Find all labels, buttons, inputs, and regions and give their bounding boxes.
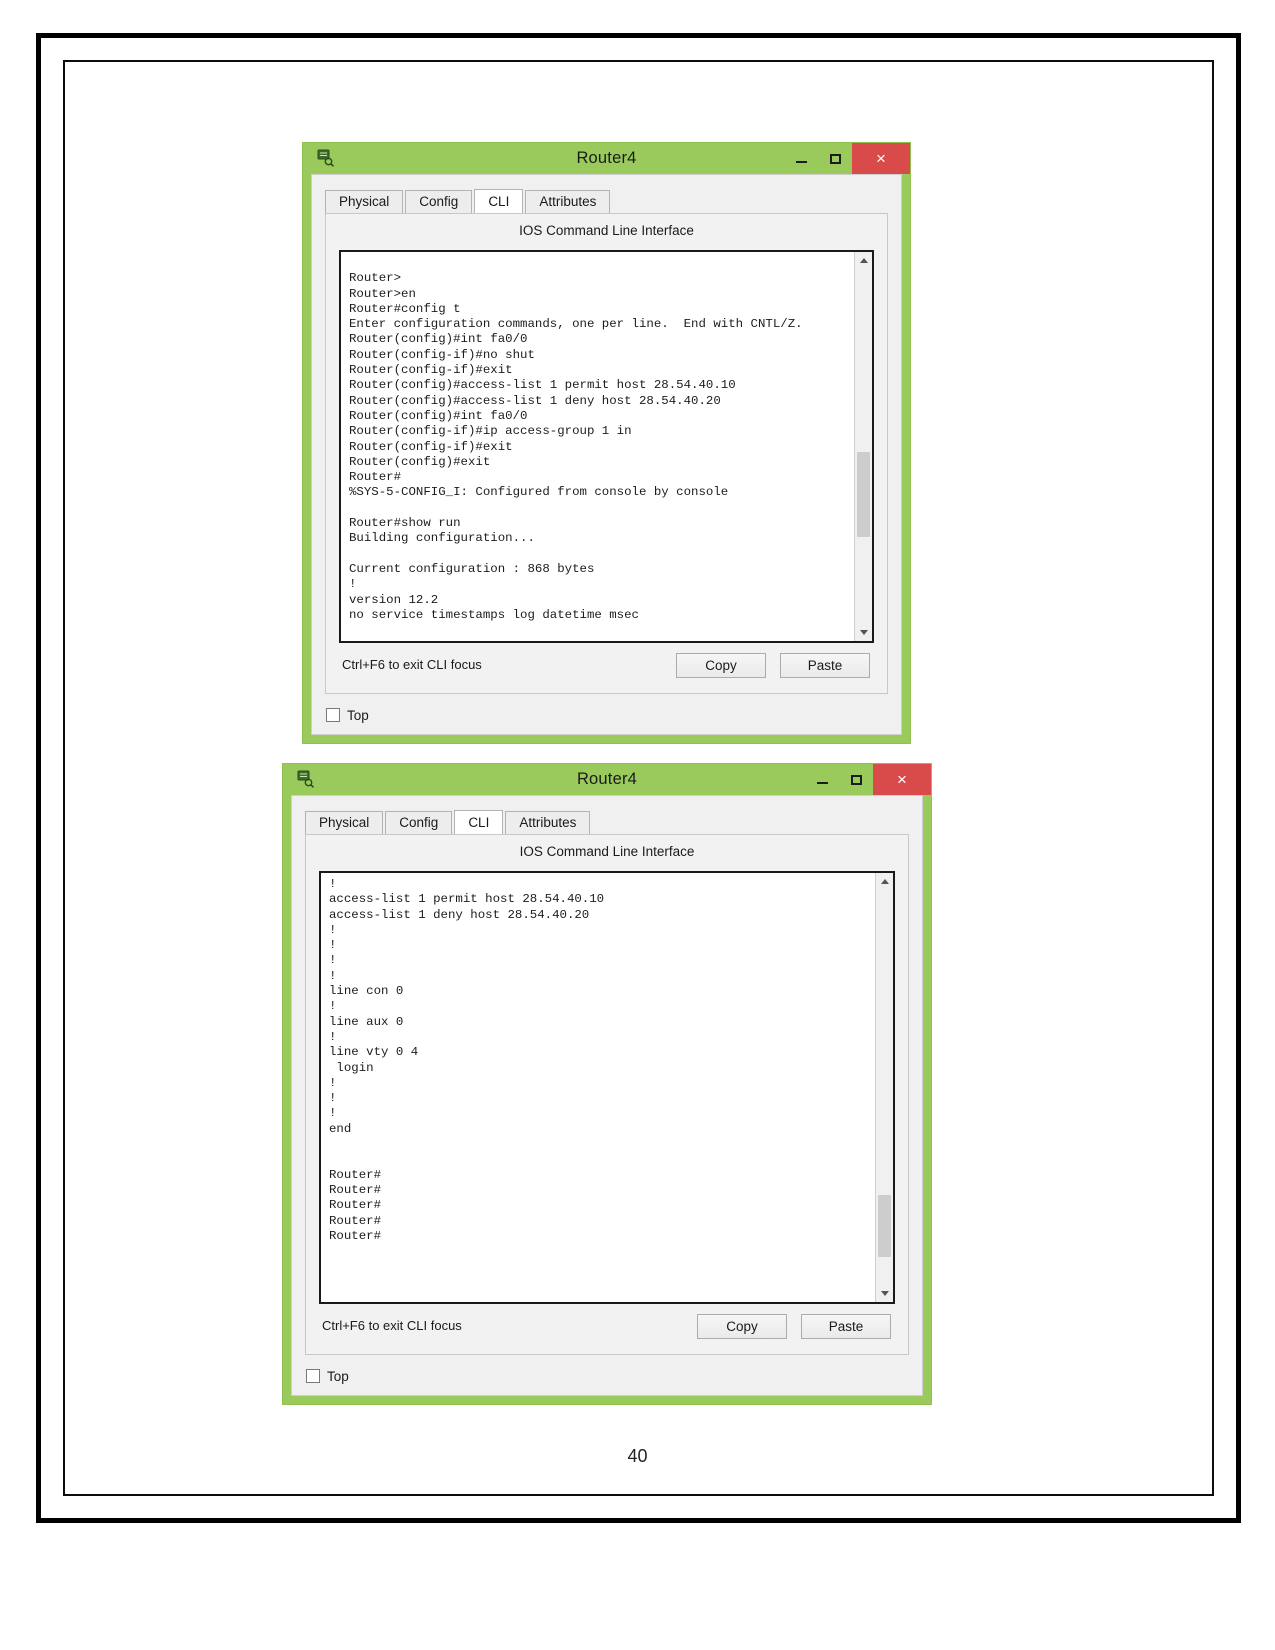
- window-body: Physical Config CLI Attributes IOS Comma…: [311, 174, 902, 735]
- top-checkbox[interactable]: [326, 708, 340, 722]
- cli-output-text: ! access-list 1 permit host 28.54.40.10 …: [329, 877, 605, 1243]
- paste-button[interactable]: Paste: [801, 1314, 891, 1339]
- close-button[interactable]: ×: [852, 143, 910, 174]
- router-device-icon: [317, 149, 335, 167]
- copy-button[interactable]: Copy: [697, 1314, 787, 1339]
- window-controls[interactable]: ×: [784, 143, 910, 174]
- top-checkbox-label: Top: [327, 1368, 349, 1384]
- cli-scrollbar[interactable]: [854, 252, 872, 641]
- window-controls[interactable]: ×: [805, 764, 931, 795]
- scroll-down-icon[interactable]: [876, 1285, 893, 1302]
- scroll-up-icon[interactable]: [876, 873, 893, 890]
- top-checkbox-row[interactable]: Top: [306, 1365, 349, 1387]
- maximize-button[interactable]: [839, 764, 873, 795]
- cli-footer: Ctrl+F6 to exit CLI focus Copy Paste: [340, 653, 873, 679]
- window-titlebar[interactable]: Router4 ×: [303, 143, 910, 174]
- top-checkbox-label: Top: [347, 707, 369, 723]
- tab-physical[interactable]: Physical: [325, 190, 404, 213]
- router4-window-top[interactable]: Router4 × Physical Config CLI Attributes…: [303, 143, 910, 743]
- cli-focus-hint: Ctrl+F6 to exit CLI focus: [322, 1318, 462, 1333]
- top-checkbox-row[interactable]: Top: [326, 704, 369, 726]
- tab-cli[interactable]: CLI: [454, 810, 504, 835]
- panel-title: IOS Command Line Interface: [519, 844, 695, 859]
- tabstrip[interactable]: Physical Config CLI Attributes: [305, 810, 909, 835]
- close-button[interactable]: ×: [873, 764, 931, 795]
- tab-config[interactable]: Config: [385, 811, 453, 834]
- panel-title: IOS Command Line Interface: [519, 223, 694, 238]
- tab-attributes[interactable]: Attributes: [525, 190, 611, 213]
- scroll-down-icon[interactable]: [855, 624, 872, 641]
- tab-attributes[interactable]: Attributes: [505, 811, 591, 834]
- cli-content-panel: IOS Command Line Interface ! access-list…: [305, 834, 909, 1355]
- window-titlebar[interactable]: Router4 ×: [283, 764, 931, 795]
- scrollbar-thumb[interactable]: [878, 1195, 891, 1257]
- tab-cli[interactable]: CLI: [474, 189, 524, 214]
- tabstrip[interactable]: Physical Config CLI Attributes: [325, 189, 888, 214]
- paste-button[interactable]: Paste: [780, 653, 870, 678]
- document-page-content: Router4 × Physical Config CLI Attributes…: [0, 0, 1275, 1650]
- maximize-button[interactable]: [818, 143, 852, 174]
- tab-config[interactable]: Config: [405, 190, 473, 213]
- scroll-up-icon[interactable]: [855, 252, 872, 269]
- cli-terminal[interactable]: Router> Router>en Router#config t Enter …: [339, 250, 874, 643]
- scrollbar-thumb[interactable]: [857, 452, 870, 537]
- cli-content-panel: IOS Command Line Interface Router> Route…: [325, 213, 888, 694]
- page-number: 40: [627, 1446, 648, 1466]
- cli-scrollbar[interactable]: [875, 873, 893, 1302]
- cli-terminal[interactable]: ! access-list 1 permit host 28.54.40.10 …: [319, 871, 895, 1304]
- copy-button[interactable]: Copy: [676, 653, 766, 678]
- minimize-button[interactable]: [805, 764, 839, 795]
- window-body: Physical Config CLI Attributes IOS Comma…: [291, 795, 923, 1396]
- cli-output-text: Router> Router>en Router#config t Enter …: [349, 271, 803, 622]
- tab-physical[interactable]: Physical: [305, 811, 384, 834]
- cli-footer: Ctrl+F6 to exit CLI focus Copy Paste: [320, 1314, 894, 1340]
- cli-focus-hint: Ctrl+F6 to exit CLI focus: [342, 657, 482, 672]
- router-device-icon: [297, 770, 315, 788]
- top-checkbox[interactable]: [306, 1369, 320, 1383]
- router4-window-bottom[interactable]: Router4 × Physical Config CLI Attributes…: [283, 764, 931, 1404]
- minimize-button[interactable]: [784, 143, 818, 174]
